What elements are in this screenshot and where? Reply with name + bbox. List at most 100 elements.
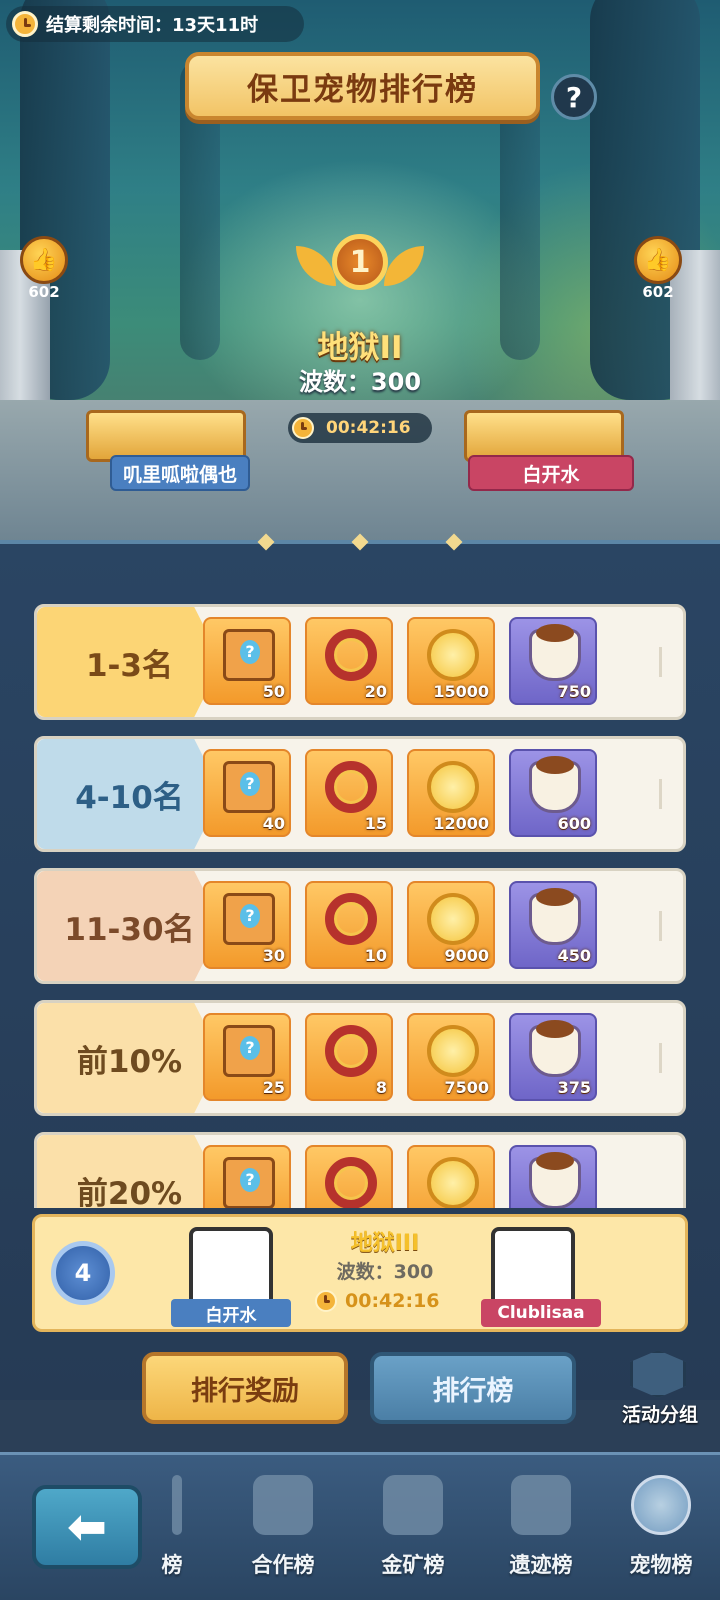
rank-range-label: 4-10名 [37, 739, 222, 849]
pet-collar-icon[interactable] [305, 1145, 393, 1208]
page-title: 保卫宠物排行榜 [247, 71, 478, 108]
pet-food-bowl-icon[interactable]: 450 [509, 881, 597, 969]
reward-row: 前20% [34, 1132, 686, 1208]
item-qty: 40 [262, 814, 285, 833]
item-qty: 750 [557, 682, 591, 701]
clock-icon [12, 11, 38, 37]
pet-collar-icon[interactable]: 8 [305, 1013, 393, 1101]
wave-count: 波数：300 [298, 368, 422, 396]
nav-label: 宠物榜 [629, 1553, 693, 1577]
item-qty: 7500 [444, 1078, 489, 1097]
mystery-chest-icon[interactable] [203, 1145, 291, 1208]
rank-medal-icon: 1 [296, 228, 424, 316]
rank-range-label: 1-3名 [37, 607, 222, 717]
reward-list[interactable]: 1-3名 50 20 15000 750 4-10名 40 15 12000 6… [0, 604, 720, 1208]
mystery-chest-icon[interactable]: 30 [203, 881, 291, 969]
avatar[interactable] [189, 1227, 273, 1307]
nav-item-relic[interactable]: 遗迹榜 [486, 1475, 596, 1595]
fox-coin-icon[interactable]: 12000 [407, 749, 495, 837]
like-count-left: 602 [28, 283, 60, 301]
activity-group-label: 活动分组 [621, 1404, 698, 1426]
clock-icon [292, 417, 314, 439]
item-qty: 15000 [433, 682, 489, 701]
my-rank-bar: 4 白开水 Clublisaa 地狱III 波数：300 00:42:16 [32, 1214, 688, 1332]
rank-range-label: 前20% [37, 1135, 222, 1208]
rank-range-label: 11-30名 [37, 871, 222, 981]
podium-player-right[interactable]: 白开水 [468, 455, 634, 491]
like-thumb-icon-right[interactable]: 👍 [634, 236, 682, 284]
item-qty: 30 [262, 946, 285, 965]
fox-coin-icon[interactable]: 7500 [407, 1013, 495, 1101]
pet-food-bowl-icon[interactable]: 600 [509, 749, 597, 837]
ranking-icon [172, 1475, 182, 1535]
nav-label: 合作榜 [251, 1553, 315, 1577]
fox-coin-icon[interactable] [407, 1145, 495, 1208]
mystery-chest-icon[interactable]: 50 [203, 617, 291, 705]
fox-coin-icon[interactable]: 9000 [407, 881, 495, 969]
handshake-icon [253, 1475, 313, 1535]
rank-range-label: 前10% [37, 1003, 222, 1113]
my-wave-count: 波数：300 [336, 1261, 434, 1283]
page-title-banner: 保卫宠物排行榜 [185, 52, 540, 120]
nav-item-mine[interactable]: 金矿榜 [358, 1475, 468, 1595]
bottom-nav: ⬅ 榜 合作榜 金矿榜 遗迹榜 宠物榜 [0, 1452, 720, 1600]
avatar[interactable] [491, 1227, 575, 1307]
my-rank-badge: 4 [51, 1241, 115, 1305]
my-tier: 地狱III [350, 1231, 420, 1256]
item-qty: 8 [375, 1078, 387, 1097]
item-qty: 10 [364, 946, 387, 965]
item-qty: 50 [262, 682, 285, 701]
pet-collar-icon[interactable]: 15 [305, 749, 393, 837]
reward-row: 11-30名 30 10 9000 450 [34, 868, 686, 984]
clear-time: 00:42:16 [288, 413, 432, 443]
pet-food-bowl-icon[interactable]: 750 [509, 617, 597, 705]
pet-food-bowl-icon[interactable]: 375 [509, 1013, 597, 1101]
my-clear-time-text: 00:42:16 [345, 1290, 440, 1312]
tab-leaderboard[interactable]: 排行榜 [370, 1352, 576, 1424]
nav-label: 榜 [161, 1553, 183, 1577]
mystery-chest-icon[interactable]: 25 [203, 1013, 291, 1101]
reward-row: 1-3名 50 20 15000 750 [34, 604, 686, 720]
pet-food-bowl-icon[interactable] [509, 1145, 597, 1208]
nav-item-partial[interactable]: 榜 [152, 1475, 212, 1595]
row-edge-decoration [659, 647, 675, 677]
my-clear-time: 00:42:16 [315, 1287, 465, 1315]
pet-collar-icon[interactable]: 10 [305, 881, 393, 969]
mystery-chest-icon[interactable]: 40 [203, 749, 291, 837]
settlement-text: 结算剩余时间：13天11时 [46, 15, 259, 36]
item-qty: 600 [557, 814, 591, 833]
fox-coin-icon[interactable]: 15000 [407, 617, 495, 705]
item-qty: 375 [557, 1078, 591, 1097]
item-qty: 450 [557, 946, 591, 965]
row-edge-decoration [659, 1043, 675, 1073]
activity-group-button[interactable]: 活动分组 [608, 1350, 712, 1426]
like-count-right: 602 [642, 283, 674, 301]
tier-name: 地狱II [317, 330, 403, 366]
rank-number: 1 [332, 234, 388, 290]
relic-shrine-icon [511, 1475, 571, 1535]
nav-label: 遗迹榜 [509, 1553, 573, 1577]
back-button[interactable]: ⬅ [32, 1485, 142, 1569]
item-qty: 12000 [433, 814, 489, 833]
mine-cart-icon [383, 1475, 443, 1535]
help-button[interactable]: ? [551, 74, 597, 120]
group-people-icon [630, 1350, 686, 1398]
my-player-right: Clublisaa [481, 1299, 601, 1327]
item-qty: 15 [364, 814, 387, 833]
clear-time-text: 00:42:16 [326, 418, 411, 438]
item-qty: 9000 [444, 946, 489, 965]
row-edge-decoration [659, 779, 675, 809]
pet-collar-icon[interactable]: 20 [305, 617, 393, 705]
clock-icon [315, 1290, 337, 1312]
nav-item-pet[interactable]: 宠物榜 [606, 1475, 716, 1595]
item-qty: 25 [262, 1078, 285, 1097]
settlement-timer: 结算剩余时间：13天11时 [6, 6, 304, 42]
tab-rank-rewards[interactable]: 排行奖励 [142, 1352, 348, 1424]
like-thumb-icon-left[interactable]: 👍 [20, 236, 68, 284]
nav-item-coop[interactable]: 合作榜 [228, 1475, 338, 1595]
item-qty: 20 [364, 682, 387, 701]
nav-label: 金矿榜 [381, 1553, 445, 1577]
my-player-left: 白开水 [171, 1299, 291, 1327]
podium-player-left[interactable]: 叽里呱啦偶也 [110, 455, 250, 491]
row-edge-decoration [659, 911, 675, 941]
